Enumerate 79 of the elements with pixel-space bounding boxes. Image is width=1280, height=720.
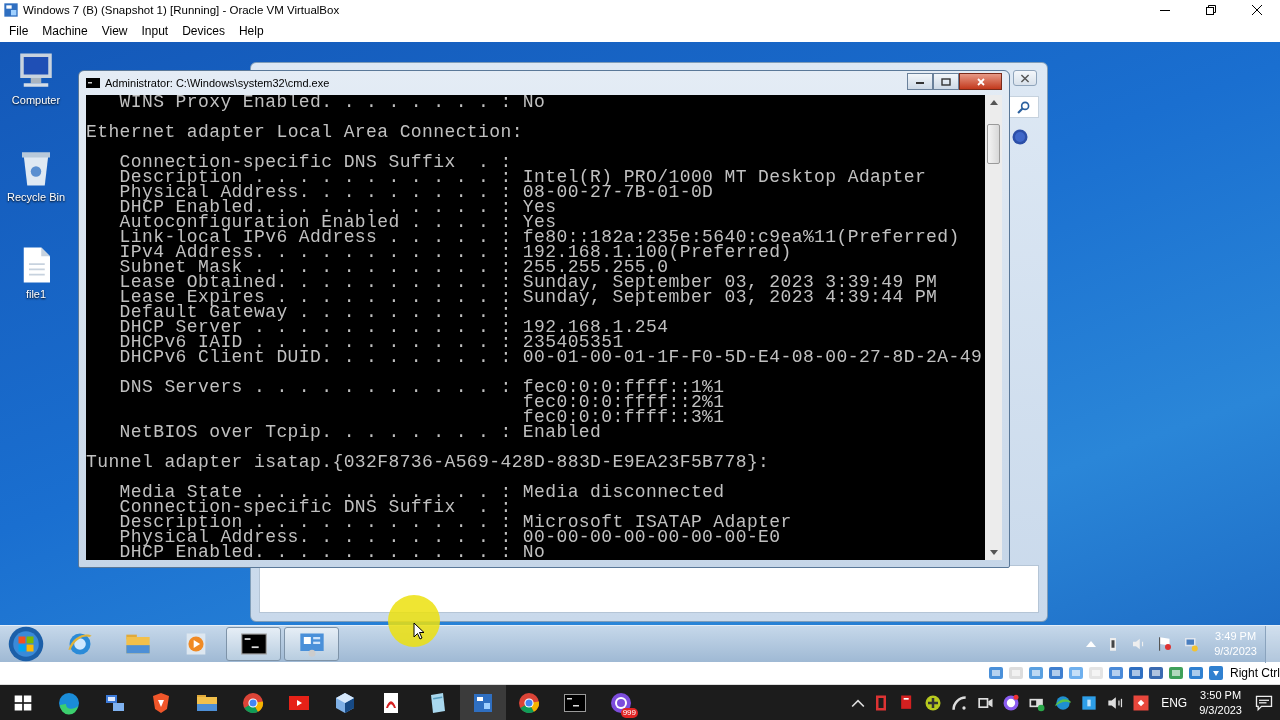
close-icon (1252, 5, 1262, 15)
terminal-icon (86, 78, 100, 88)
close-icon (975, 77, 986, 86)
mouse-pointer-icon (413, 622, 425, 640)
console-line: DHCPv6 IAID . . . . . . . . . . . : 235405351 (119, 335, 624, 350)
close-icon (1020, 73, 1030, 83)
browser-icon (241, 690, 265, 715)
scrollbar[interactable] (985, 95, 1002, 560)
status-icon[interactable] (1128, 665, 1144, 681)
desktop-icon-label[interactable]: Recycle Bin (6, 191, 66, 203)
browser-icon (517, 690, 541, 715)
console-line: Link-local IPv6 Address . . . . . : fe80::182a:235e:5640:c9ea%11(Preferred) (119, 230, 961, 245)
scrollbar-thumb[interactable] (987, 124, 1000, 164)
console-line: Physical Address. . . . . . . . . : 00-00-00-00-00-00-00-E0 (119, 530, 781, 545)
desktop-icon-label[interactable]: Computer (11, 94, 61, 106)
clock[interactable]: 3:50 PM 9/3/2023 (1199, 687, 1242, 718)
console-line: DHCP Server . . . . . . . . . . . : 192.168.1.254 (119, 320, 670, 335)
search-icon (1016, 100, 1030, 114)
show-desktop-button[interactable] (1265, 625, 1280, 663)
download-icon[interactable] (1208, 665, 1224, 681)
taskbar-button[interactable]: 999 (598, 685, 644, 720)
language-indicator[interactable]: ENG (1161, 695, 1188, 710)
console-line: Lease Expires . . . . . . . . . . : Sunday, September 03, 2023 4:39:44 PM (119, 290, 939, 305)
menu-item[interactable]: Machine (35, 24, 95, 38)
menu-item[interactable]: Input (134, 24, 176, 38)
status-icon[interactable] (1148, 665, 1164, 681)
menu-item[interactable]: Help (231, 24, 271, 38)
console-line: Autoconfiguration Enabled . . . . : Yes (119, 215, 557, 230)
console-line: Description . . . . . . . . . . . : Microsoft ISATAP Adapter (119, 515, 793, 530)
window-title: Windows 7 (B) (Snapshot 1) [Running] - Oracle VM VirtualBox (23, 4, 340, 16)
status-icon[interactable] (1028, 665, 1044, 681)
scroll-up-icon[interactable] (989, 100, 998, 105)
console-line: Description . . . . . . . . . . . : Intel(R) PRO/1000 MT Desktop Adapter (119, 170, 928, 185)
taskbar-button[interactable] (460, 685, 506, 720)
menu-item[interactable]: File (2, 24, 36, 38)
browser-icon (57, 690, 81, 715)
menu-item[interactable]: View (94, 24, 135, 38)
menu-item[interactable]: Devices (175, 24, 232, 38)
scroll-down-icon[interactable] (989, 550, 998, 555)
network-icon[interactable] (1182, 635, 1201, 653)
console-line: IPv4 Address. . . . . . . . . . . : 192.168.1.100(Preferred) (119, 245, 792, 260)
console-line: Default Gateway . . . . . . . . . : (119, 305, 513, 320)
cube-icon (333, 690, 357, 715)
console-line: Subnet Mask . . . . . . . . . . . : 255.255.255.0 (119, 260, 669, 275)
clock-time: 3:50 PM (1200, 687, 1242, 703)
status-icon[interactable] (1048, 665, 1064, 681)
window-title: Administrator: C:\Windows\system32\cmd.exe (105, 77, 330, 89)
clock-time: 3:49 PM (1215, 629, 1257, 644)
console-line: Ethernet adapter Local Area Connection: (86, 125, 524, 140)
console-line: DHCP Enabled. . . . . . . . . . . : Yes (119, 200, 558, 215)
console-line: DHCPv6 Client DUID. . . . . . . . : 00-01-00-01-1F-F0-5D-E4-08-00-27-8D-2A-49 (119, 350, 984, 365)
console-line: Media State . . . . . . . . . . . : Media disconnected (119, 485, 726, 500)
console-line: fec0:0:0:ffff::2%1 (521, 395, 726, 410)
start-icon (8, 626, 44, 662)
taskbar-button[interactable] (226, 627, 281, 661)
console-line: Tunnel adapter isatap.{032F8736-A569-428D-883D-E9EA23F5B778}: (86, 455, 771, 470)
host-key-label: Right Ctrl (1230, 666, 1280, 680)
chevron-up-icon[interactable] (851, 697, 866, 708)
console-line: DNS Servers . . . . . . . . . . . : fec0:0:0:ffff::1%1 (119, 380, 726, 395)
status-icon[interactable] (1168, 665, 1184, 681)
console-line: fec0:0:0:ffff::3%1 (521, 410, 726, 425)
console-line: Lease Obtained. . . . . . . . . . : Sunday, September 03, 2023 3:39:49 PM (119, 275, 939, 290)
desktop-icon-label[interactable]: file1 (25, 288, 47, 300)
help-icon[interactable] (1012, 129, 1028, 145)
maximize-icon (941, 77, 951, 86)
console-line: Connection-specific DNS Suffix . : (119, 500, 513, 515)
clock-date: 9/3/2023 (1214, 644, 1257, 659)
status-icon[interactable] (1188, 665, 1204, 681)
console-line: NetBIOS over Tcpip. . . . . . . . : Enabled (119, 425, 603, 440)
console-line: Connection-specific DNS Suffix . : (119, 155, 513, 170)
status-icon[interactable] (1108, 665, 1124, 681)
console-line: DHCP Enabled. . . . . . . . . . . : No (119, 545, 547, 560)
status-icon[interactable] (988, 665, 1004, 681)
minimize-button[interactable] (907, 73, 933, 90)
console-line: Physical Address. . . . . . . . . : 08-00-27-7B-01-0D (119, 185, 715, 200)
notification-badge: 999 (620, 708, 638, 718)
close-button[interactable] (959, 73, 1002, 90)
restore-icon (1206, 5, 1216, 15)
clock-date: 9/3/2023 (1199, 702, 1242, 718)
